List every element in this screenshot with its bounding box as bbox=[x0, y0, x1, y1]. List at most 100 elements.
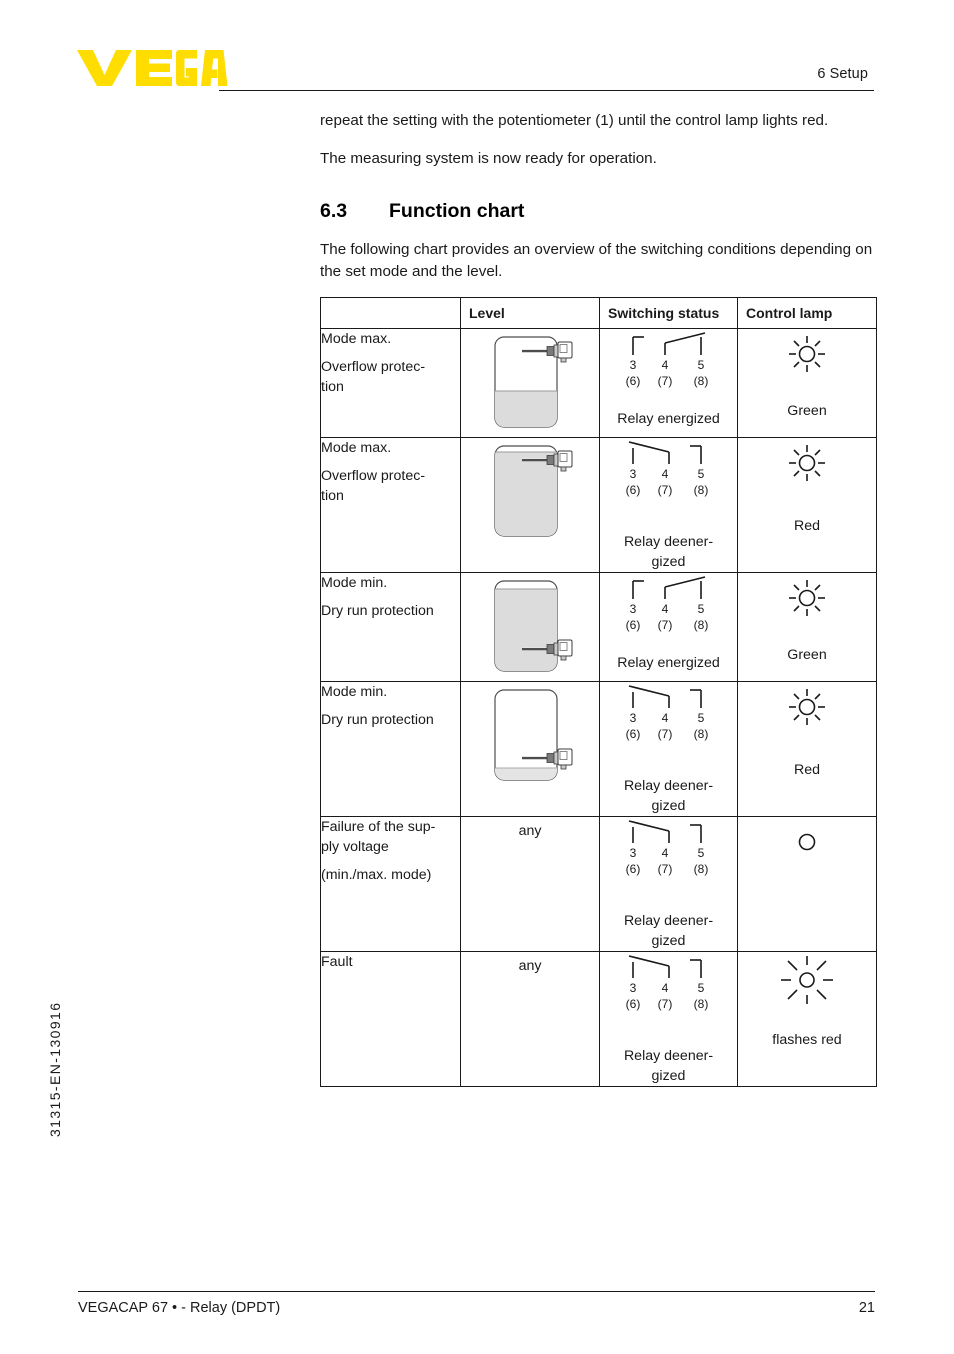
relay-status-line-1: Relay deener- bbox=[623, 1048, 714, 1064]
mode-line-2: Dry run protection bbox=[321, 601, 460, 621]
mode-line-2a: Overflow protec- bbox=[321, 359, 426, 375]
cell-mode: Mode min. Dry run protection bbox=[320, 572, 461, 682]
vessel-diagram-full-level-bottom-probe bbox=[494, 580, 573, 672]
cell-switching-status: 3 4 5 (6) (7) (8) Relay deener- gized bbox=[599, 951, 738, 1087]
cell-control-lamp: Red bbox=[737, 681, 877, 817]
cell-control-lamp: Green bbox=[737, 328, 877, 438]
cell-mode: Mode max. Overflow protec- tion bbox=[320, 437, 461, 573]
intro-paragraph: repeat the setting with the potentiomete… bbox=[320, 112, 829, 129]
cell-mode: Mode min. Dry run protection bbox=[320, 681, 461, 817]
vessel-diagram-full-level bbox=[494, 445, 573, 537]
cell-switching-status: 3 4 5 (6) (7) (8) Relay deener- gized bbox=[599, 437, 738, 573]
relay-status-label: Relay energized bbox=[617, 655, 720, 671]
svg-text:(6): (6) bbox=[625, 727, 640, 741]
document-page: 6 Setup repeat the setting with the pote… bbox=[0, 0, 954, 1354]
svg-text:5: 5 bbox=[697, 981, 704, 995]
level-value: any bbox=[518, 958, 542, 974]
svg-text:5: 5 bbox=[697, 846, 704, 860]
cell-level: any bbox=[460, 951, 600, 1087]
mode-line-2a: Dry run protection bbox=[321, 712, 434, 728]
mode-line-2a: Dry run protection bbox=[321, 603, 434, 619]
terminal-bottom-7: (7) bbox=[657, 374, 672, 388]
table-row: Fault any 345 (6) (7) (8) Relay deener- … bbox=[320, 951, 877, 1087]
heading-number: 6.3 bbox=[320, 200, 348, 222]
relay-status-line-1: Relay deener- bbox=[623, 913, 714, 929]
lamp-color-label: Green bbox=[787, 647, 827, 663]
table-row: Failure of the sup- ply voltage (min./ma… bbox=[320, 816, 877, 952]
relay-contact-diagram-deenergized: 3 4 5 (6) (7) (8) bbox=[625, 820, 708, 876]
svg-text:(8): (8) bbox=[693, 997, 708, 1011]
mode-line-1: Mode max. bbox=[321, 440, 392, 456]
relay-status-label: Relay deener- gized bbox=[600, 532, 737, 572]
relay-contact-diagram-energized: 3 4 5 (6) (7) (8) bbox=[625, 576, 708, 632]
column-header-control-lamp: Control lamp bbox=[737, 297, 877, 329]
cell-mode: Failure of the sup- ply voltage (min./ma… bbox=[320, 816, 461, 952]
column-header-level: Level bbox=[460, 297, 600, 329]
lamp-on-icon bbox=[789, 689, 825, 725]
terminal-top-5: 5 bbox=[697, 358, 704, 372]
table-row: Mode min. Dry run protection 3 4 5 (6) (… bbox=[320, 572, 877, 682]
level-value: any bbox=[518, 823, 542, 839]
cell-level bbox=[460, 572, 600, 682]
svg-text:5: 5 bbox=[697, 711, 704, 725]
relay-status-line-2: gized bbox=[651, 933, 686, 949]
svg-text:3: 3 bbox=[629, 846, 636, 860]
ready-paragraph: The measuring system is now ready for op… bbox=[320, 150, 657, 167]
relay-status-label: Relay energized bbox=[617, 411, 720, 427]
mode-line-1: Fault bbox=[321, 954, 353, 970]
svg-text:(8): (8) bbox=[693, 618, 708, 632]
table-header-row: Level Switching status Control lamp bbox=[320, 297, 877, 329]
svg-text:(7): (7) bbox=[657, 483, 672, 497]
relay-status-label: Relay deener- gized bbox=[600, 1046, 737, 1086]
cell-mode: Fault bbox=[320, 951, 461, 1087]
cell-switching-status: 3 4 5 (6) (7) (8) Relay energized bbox=[599, 328, 738, 438]
svg-text:(6): (6) bbox=[625, 997, 640, 1011]
mode-line-2: Overflow protec- tion bbox=[321, 466, 460, 506]
lamp-on-icon bbox=[789, 336, 825, 372]
relay-status-label: Relay deener- gized bbox=[600, 911, 737, 951]
relay-status-line-2: gized bbox=[651, 798, 686, 814]
lamp-color-label: flashes red bbox=[772, 1032, 842, 1048]
function-chart-table: Level Switching status Control lamp Mode… bbox=[320, 297, 877, 1087]
svg-text:(8): (8) bbox=[693, 727, 708, 741]
mode-line-1: Failure of the sup- ply voltage bbox=[321, 817, 460, 857]
relay-status-line-1: Relay deener- bbox=[623, 778, 714, 794]
relay-contact-diagram-deenergized: 3 4 5 (6) (7) (8) bbox=[625, 441, 708, 497]
cell-level bbox=[460, 328, 600, 438]
lamp-on-icon bbox=[789, 580, 825, 616]
svg-text:5: 5 bbox=[697, 602, 704, 616]
svg-text:5: 5 bbox=[697, 467, 704, 481]
mode-line-2: Dry run protection bbox=[321, 710, 460, 730]
relay-status-line-2: gized bbox=[651, 554, 686, 570]
relay-contact-diagram-deenergized: 3 4 5 (6) (7) (8) bbox=[625, 955, 708, 1011]
mode-line-2b: tion bbox=[321, 379, 344, 395]
vega-logo bbox=[77, 48, 229, 88]
mode-line-1: Mode min. bbox=[321, 684, 388, 700]
column-header-mode bbox=[320, 297, 461, 329]
page-header-section: 6 Setup bbox=[817, 66, 868, 82]
terminal-bottom-6: (6) bbox=[625, 374, 640, 388]
cell-switching-status: 3 4 5 (6) (7) (8) Relay energized bbox=[599, 572, 738, 682]
cell-control-lamp: Red bbox=[737, 437, 877, 573]
lamp-color-label: Red bbox=[793, 518, 821, 534]
svg-text:4: 4 bbox=[661, 846, 668, 860]
svg-text:4: 4 bbox=[661, 467, 668, 481]
mode-line-2: Overflow protec- tion bbox=[321, 357, 460, 397]
relay-status-line-1: Relay deener- bbox=[623, 534, 714, 550]
cell-level: any bbox=[460, 816, 600, 952]
mode-line-1: Mode min. bbox=[321, 575, 388, 591]
svg-text:4: 4 bbox=[661, 981, 668, 995]
mode-line-2: (min./max. mode) bbox=[321, 865, 460, 885]
column-header-switching-status: Switching status bbox=[599, 297, 738, 329]
footer-page-number: 21 bbox=[858, 1300, 875, 1316]
cell-control-lamp bbox=[737, 816, 877, 952]
page-title: 6.3 Function chart bbox=[320, 200, 876, 223]
svg-text:(8): (8) bbox=[693, 483, 708, 497]
svg-text:4: 4 bbox=[661, 602, 668, 616]
cell-level bbox=[460, 437, 600, 573]
svg-text:(7): (7) bbox=[657, 618, 672, 632]
lamp-on-icon bbox=[789, 445, 825, 481]
relay-contact-diagram-deenergized: 3 4 5 (6) (7) (8) bbox=[625, 685, 708, 741]
cell-control-lamp: flashes red bbox=[737, 951, 877, 1087]
lead-paragraph: The following chart provides an overview… bbox=[320, 241, 873, 280]
